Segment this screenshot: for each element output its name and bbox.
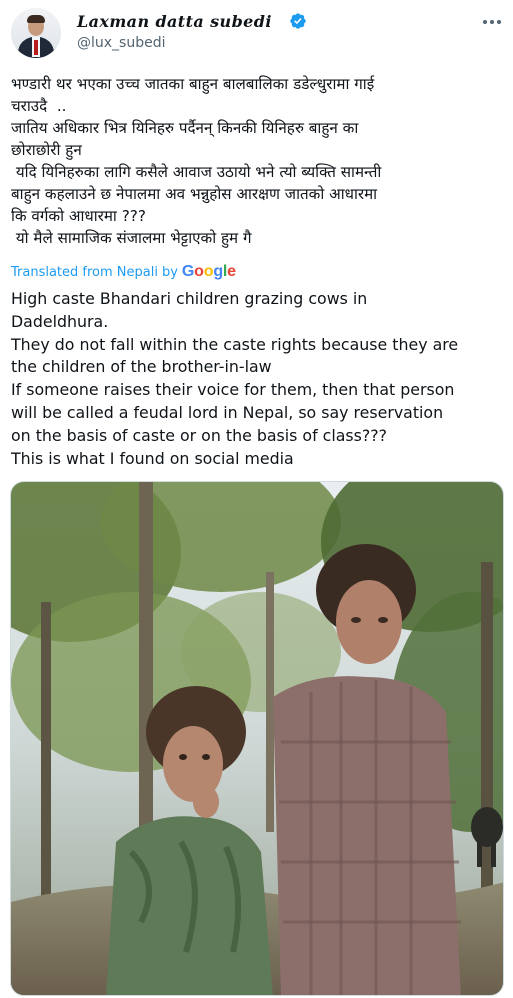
photo-children-in-forest — [11, 482, 503, 995]
tweet-header: Laxman datta subedi @lux_subedi — [0, 0, 513, 66]
more-options-icon[interactable] — [480, 10, 504, 34]
verified-badge-icon — [290, 13, 306, 29]
tweet-photo[interactable] — [10, 481, 504, 996]
author-name[interactable]: Laxman datta subedi — [77, 12, 272, 31]
tweet-translated-text: High caste Bhandari children grazing cow… — [11, 289, 459, 468]
google-logo: Google — [181, 263, 236, 280]
avatar[interactable] — [11, 8, 61, 58]
author-handle[interactable]: @lux_subedi — [77, 35, 166, 51]
translated-label[interactable]: Translated from Nepali — [11, 265, 158, 280]
tweet-original-text: भण्डारी थर भएका उच्च जातका बाहुन बालबालि… — [11, 75, 382, 247]
translation-attribution[interactable]: Translated from Nepali by Google — [11, 263, 236, 281]
translated-by-label: by — [161, 264, 178, 280]
